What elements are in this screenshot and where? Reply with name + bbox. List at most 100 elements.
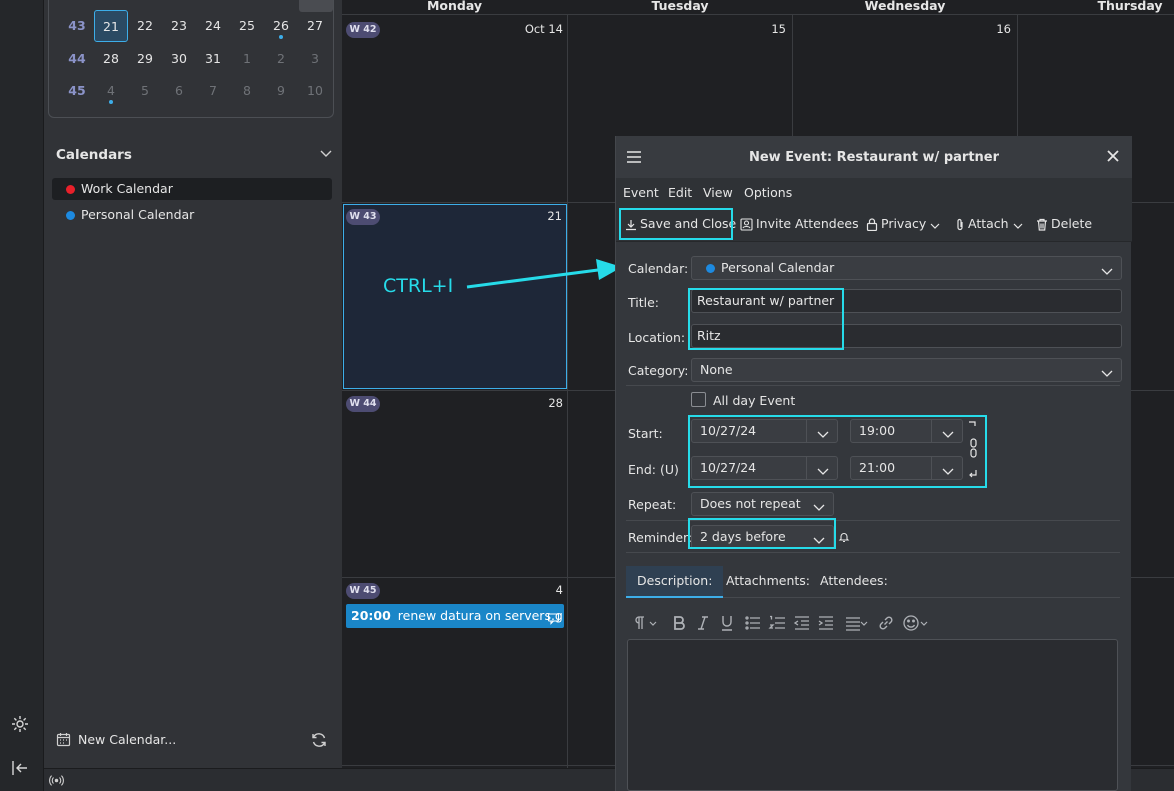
selected-day-cell[interactable]: [343, 204, 567, 389]
calendar-item-work[interactable]: Work Calendar: [52, 178, 332, 200]
mini-calendar-day[interactable]: 27: [298, 10, 332, 42]
trash-icon: [1037, 218, 1047, 231]
calendar-icon: [56, 732, 71, 747]
week-number[interactable]: 45: [59, 75, 95, 107]
mini-calendar-day[interactable]: 10: [298, 75, 332, 107]
mini-calendar-day[interactable]: 9: [264, 75, 298, 107]
calendar-event[interactable]: 20:00 renew datura on servers.g...: [346, 604, 564, 628]
refresh-icon[interactable]: [310, 731, 328, 749]
chevron-down-icon[interactable]: [649, 614, 657, 632]
week-number[interactable]: 43: [59, 10, 95, 42]
annotation-highlight: [619, 208, 733, 240]
mini-calendar-day[interactable]: 7: [196, 75, 230, 107]
mini-calendar-day[interactable]: 3: [298, 43, 332, 75]
menu-options[interactable]: Options: [744, 185, 792, 200]
settings-icon[interactable]: [10, 714, 30, 734]
mini-calendar-week-row: 45 4 5 6 7 8 9 10: [49, 75, 335, 107]
paragraph-style-icon[interactable]: [632, 614, 650, 632]
end-label: End: (U): [628, 462, 679, 477]
calendar-select-value: Personal Calendar: [721, 260, 835, 275]
mini-calendar-day[interactable]: 25: [230, 10, 264, 42]
chevron-down-icon: [1101, 262, 1113, 275]
tab-attendees[interactable]: Attendees:: [809, 566, 899, 598]
emoji-icon[interactable]: [902, 614, 920, 632]
mini-calendar-day[interactable]: 30: [162, 43, 196, 75]
recurring-icon: [547, 609, 560, 625]
mini-calendar-day[interactable]: 28: [94, 43, 128, 75]
calendars-header[interactable]: Calendars: [56, 147, 332, 163]
delete-button[interactable]: Delete: [1036, 214, 1092, 234]
chevron-down-icon: [1013, 223, 1023, 229]
column-header: Wednesday: [864, 0, 946, 13]
annotation-highlight: [688, 288, 844, 350]
day-number[interactable]: 21: [502, 209, 562, 223]
new-calendar-button[interactable]: New Calendar...: [56, 730, 176, 750]
close-icon[interactable]: [1106, 149, 1120, 163]
calendar-item-label: Work Calendar: [81, 181, 173, 196]
mini-calendar-day[interactable]: 1: [230, 43, 264, 75]
column-header: Thursday: [1097, 0, 1163, 13]
tab-attachments[interactable]: Attachments:: [715, 566, 821, 598]
collapse-sidebar-icon[interactable]: [10, 758, 30, 778]
mini-calendar-day[interactable]: 24: [196, 10, 230, 42]
invite-attendees-label: Invite Attendees: [756, 216, 859, 231]
outdent-icon[interactable]: [793, 614, 811, 632]
bell-icon[interactable]: [838, 531, 850, 543]
menu-event[interactable]: Event: [623, 185, 659, 200]
repeat-select[interactable]: Does not repeat: [691, 492, 834, 516]
mini-calendar-week-row: 44 28 29 30 31 1 2 3: [49, 43, 335, 75]
menu-edit[interactable]: Edit: [668, 185, 692, 200]
menu-view[interactable]: View: [703, 185, 733, 200]
day-number[interactable]: 28: [503, 396, 563, 410]
chevron-down-icon: [813, 498, 825, 511]
bold-icon[interactable]: [670, 614, 688, 632]
invite-attendees-button[interactable]: Invite Attendees: [740, 214, 859, 234]
mini-calendar-day[interactable]: 22: [128, 10, 162, 42]
category-select[interactable]: None: [691, 358, 1122, 382]
day-number[interactable]: 15: [726, 22, 786, 36]
link-icon[interactable]: [877, 614, 895, 632]
privacy-button[interactable]: Privacy: [866, 214, 943, 234]
chevron-down-icon: [1101, 364, 1113, 377]
mini-calendar-day[interactable]: 23: [162, 10, 196, 42]
chevron-down-icon[interactable]: [920, 614, 928, 632]
mini-calendar-day[interactable]: 29: [128, 43, 162, 75]
mini-calendar-day[interactable]: 21: [94, 10, 128, 42]
calendar-color-dot: [66, 185, 75, 194]
grid-line: [567, 14, 568, 768]
numbered-list-icon[interactable]: [768, 614, 786, 632]
week-badge: W 42: [346, 22, 380, 38]
mini-calendar-day[interactable]: 26: [264, 10, 298, 42]
italic-icon[interactable]: [694, 614, 712, 632]
all-day-checkbox[interactable]: [691, 392, 706, 407]
calendar-select[interactable]: Personal Calendar: [691, 256, 1122, 280]
details-tabs: Description: Attachments: Attendees:: [626, 566, 1120, 598]
day-number[interactable]: 16: [951, 22, 1011, 36]
tab-description[interactable]: Description:: [626, 566, 724, 598]
attach-button[interactable]: Attach: [955, 214, 1026, 234]
week-badge: W 44: [346, 396, 380, 412]
divider: [626, 552, 1120, 553]
description-editor[interactable]: [627, 639, 1118, 791]
divider: [626, 385, 1120, 386]
day-number[interactable]: 4: [503, 583, 563, 597]
mini-calendar-day[interactable]: 8: [230, 75, 264, 107]
week-number[interactable]: 44: [59, 43, 95, 75]
day-number[interactable]: Oct 14: [503, 22, 563, 36]
chevron-down-icon[interactable]: [320, 147, 332, 163]
underline-icon[interactable]: [718, 614, 736, 632]
chevron-down-icon: [930, 223, 940, 229]
lock-icon: [866, 218, 878, 232]
chevron-down-icon[interactable]: [860, 614, 868, 632]
dialog-title: New Event: Restaurant w/ partner: [748, 150, 1000, 165]
event-indicator-dot: [109, 100, 113, 104]
mini-calendar-day[interactable]: 4: [94, 75, 128, 107]
mini-calendar-day[interactable]: 5: [128, 75, 162, 107]
calendar-item-personal[interactable]: Personal Calendar: [52, 204, 332, 226]
mini-calendar-day[interactable]: 6: [162, 75, 196, 107]
annotation-highlight: [688, 415, 987, 488]
indent-icon[interactable]: [817, 614, 835, 632]
mini-calendar-day[interactable]: 31: [196, 43, 230, 75]
mini-calendar-day[interactable]: 2: [264, 43, 298, 75]
bullet-list-icon[interactable]: [744, 614, 762, 632]
